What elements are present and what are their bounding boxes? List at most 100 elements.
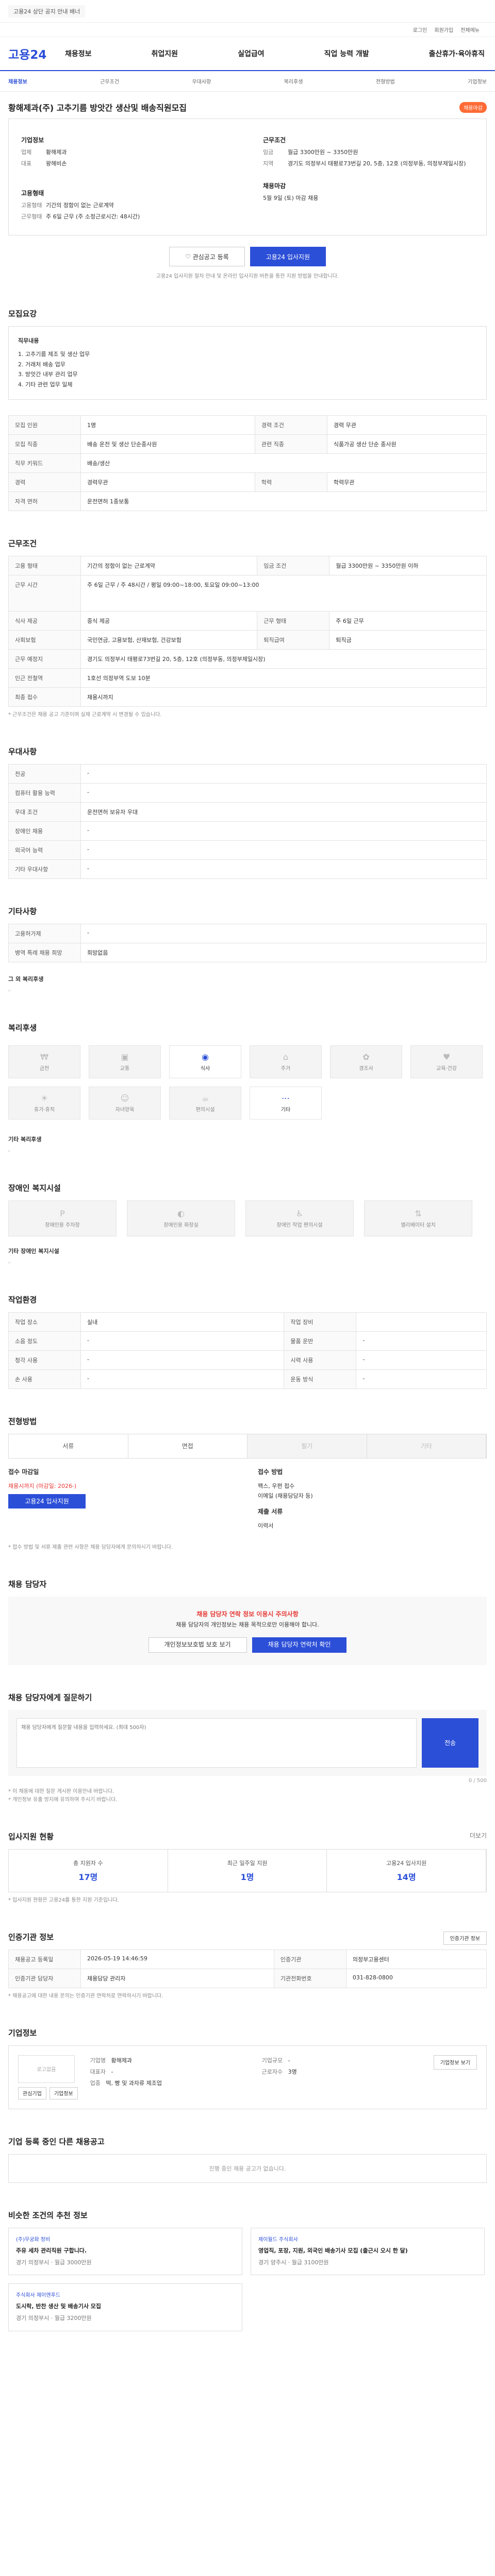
job-card[interactable]: 주식회사 제이엔푸드 도시락, 반찬 생산 및 배송기사 모집 경기 의정부시 · … (8, 2283, 242, 2331)
info-section: 인증기관 정보 인증기관 정보 채용공고 등록일 2026-05-19 14:46:… (8, 1918, 487, 2014)
table-row: 모집 직종 배송 운전 및 생산 단순종사원 관련 직종 식품가공 생산 단순 종사원 (8, 434, 487, 454)
table-row: 인증기관 담당자 채용담당 관리자 기관전화번호 031-828-0800 (8, 1968, 487, 1988)
table-row: 모집 인원 1명 경력 조건 경력 무관 (8, 415, 487, 435)
favorite-button[interactable]: ♡ 관심공고 등록 (169, 247, 245, 266)
table-row: 채용공고 등록일 2026-05-19 14:46:59 인증기관 의정부고용센터 (8, 1949, 487, 1969)
qna-section: 채용 담당자에게 질문하기 전송 0 / 500 * 이 채용에 대한 질문 게… (8, 1679, 487, 1818)
facility-item: ♿ 장애인 작업 편의시설 (245, 1200, 354, 1236)
company-section: 기업정보 로고없음 관심기업 기업정보 기업명 황해제과 대표자 - 업종 떡,… (8, 2014, 487, 2123)
online-apply-button[interactable]: 고용24 입사지원 (8, 1494, 86, 1509)
agency-info-button[interactable]: 인증기관 정보 (443, 1931, 487, 1945)
etc-icon: ⋯ (282, 1093, 290, 1103)
env-table: 작업 장소 실내 작업 장비 소음 정도 - 물품 운반 - 청각 사용 - 시력 사용 - 손… (8, 1312, 487, 1389)
tab-selection[interactable]: 전형방법 (376, 77, 395, 85)
task-box: 직무내용 1. 고추기름 제조 및 생산 업무 2. 거래처 배송 업무 3. … (8, 326, 487, 400)
table-row: 청각 사용 - 시력 사용 - (8, 1350, 487, 1370)
menu-jobs[interactable]: 채용정보 (65, 48, 92, 59)
company-ceo: 왕해비손 (46, 160, 67, 167)
all-menu-link[interactable]: 전체메뉴 (460, 26, 480, 33)
selection-section: 전형방법 서류 면접 필기 기타 접수 마감일 채용시까지 (마감일: 2026… (8, 1402, 487, 1565)
tab-recruit[interactable]: 채용정보 (8, 77, 27, 85)
section-tabs: 채용정보 근무조건 우대사항 복리후생 전형방법 기업정보 (0, 71, 495, 92)
utility-bar: 로그인 회원가입 전체메뉴 (0, 23, 495, 37)
contact-reveal-button[interactable]: 채용 담당자 연락처 확인 (252, 1637, 347, 1653)
work-section: 근무조건 고용 형태 기간의 정함이 없는 근로계약 임금 조건 월급 3300만원 … (8, 524, 487, 733)
company-name: 황해제과 (46, 149, 67, 156)
welfare-item: ◉ 식사 (169, 1045, 241, 1078)
job-card[interactable]: (주)무궁화 정비 주유 세차 관리직원 구합니다. 경기 의정부시 · 월급 30… (8, 2227, 242, 2276)
similar-section: 비슷한 조건의 추천 정보 (주)무궁화 정비 주유 세차 관리직원 구합니다. 경… (8, 2196, 487, 2345)
question-input[interactable] (16, 1718, 417, 1768)
top-banner: 고용24 상단 공지 안내 배너 (0, 0, 495, 23)
stat-online: 고용24 입사지원 14명 (327, 1849, 487, 1892)
recruit-section: 모집요강 직무내용 1. 고추기름 제조 및 생산 업무 2. 거래처 배송 업… (8, 295, 487, 524)
tab-welfare[interactable]: 복리후생 (284, 77, 303, 85)
others-section: 기업 등록 중인 다른 채용공고 진행 중인 채용 공고가 없습니다. (8, 2123, 487, 2196)
table-row: 우대 조건 운전면허 보유자 우대 (8, 802, 487, 822)
table-row: 컴퓨터 활용 능력 - (8, 783, 487, 803)
login-link[interactable]: 로그인 (413, 26, 427, 33)
car-icon: ▣ (121, 1052, 129, 1062)
meal-icon: ◉ (202, 1052, 209, 1062)
fav-company-button[interactable]: 관심기업 (18, 2087, 46, 2099)
menu-training[interactable]: 직업 능력 개발 (324, 48, 369, 59)
table-row: 식사 제공 중식 제공 근무 형태 주 6일 근무 (8, 611, 487, 631)
table-row: 병역 특례 채용 희망 희망없음 (8, 942, 487, 962)
heart-icon: ♡ (185, 253, 193, 260)
step-etc: 기타 (367, 1434, 486, 1458)
family-icon: ♥ (442, 1052, 451, 1062)
welfare-item: ☺ 자녀양육 (89, 1086, 161, 1120)
facility-item: P 장애인용 주차장 (8, 1200, 117, 1236)
tab-pref[interactable]: 우대사항 (192, 77, 211, 85)
status-badge: 채용마감 (459, 101, 487, 113)
welfare-item: ✿ 경조사 (330, 1045, 402, 1078)
stats-section: 입사지원 현황 더보기 총 지원자 수 17명 최근 일주일 지원 1명 고용24 입… (8, 1831, 487, 1903)
table-row: 고용허가제 - (8, 923, 487, 943)
menu-support[interactable]: 취업지원 (152, 48, 178, 59)
table-row: 작업 장소 실내 작업 장비 (8, 1312, 487, 1332)
banner-message: 고용24 상단 공지 안내 배너 (8, 5, 86, 18)
table-row: 자격 면허 운전면허 1종보통 (8, 491, 487, 511)
recruit-table: 모집 인원 1명 경력 조건 경력 무관 모집 직종 배송 운전 및 생산 단순종사원 관… (8, 415, 487, 511)
menu-leave[interactable]: 출산휴가·육아휴직 (429, 48, 485, 59)
company-info-button[interactable]: 기업정보 (49, 2087, 78, 2099)
global-nav: 고용24 채용정보 취업지원 실업급여 직업 능력 개발 출산휴가·육아휴직 (0, 37, 495, 71)
stats-more-link[interactable]: 더보기 (470, 1831, 487, 1849)
signup-link[interactable]: 회원가입 (434, 26, 453, 33)
site-logo[interactable]: 고용24 (8, 45, 65, 62)
summary-company-heading: 기업정보 (21, 137, 44, 144)
elevator-icon: ⇅ (415, 1208, 422, 1218)
welfare-section: 복리후생 ₩ 금전 ▣ 교통 ◉ 식사 ⌂ 주거 ✿ 경조사 ♥ 교육·건강 ☀ 휴가·휴직 … (8, 1009, 487, 1169)
toilet-icon: ◐ (177, 1208, 185, 1218)
gift-icon: ✿ (362, 1052, 370, 1062)
etc-table: 고용허가제 - 병역 특례 채용 희망 희망없음 (8, 923, 487, 962)
apply-button[interactable]: 고용24 입사지원 (250, 247, 326, 266)
etc-section: 기타사항 고용허가제 - 병역 특례 채용 희망 희망없음 그 외 복리후생 - (8, 892, 487, 1009)
pref-table: 전공 - 컴퓨터 활용 능력 - 우대 조건 운전면허 보유자 우대 장애인 채용 - … (8, 764, 487, 879)
vacation-icon: ☀ (40, 1093, 48, 1103)
stat-total: 총 지원자 수 17명 (9, 1849, 168, 1892)
menu-benefit[interactable]: 실업급여 (238, 48, 265, 59)
table-row: 경력 경력무관 학력 학력무관 (8, 472, 487, 492)
tab-company[interactable]: 기업정보 (468, 77, 487, 85)
job-card[interactable]: 제이월드 주식회사 영업직, 포장, 지원, 외국인 배송기사 모집 (출근시 오… (251, 2227, 485, 2276)
env-section: 작업환경 작업 장소 실내 작업 장비 소음 정도 - 물품 운반 - 청각 사용 - 시력 … (8, 1281, 487, 1402)
privacy-button[interactable]: 개인정보보호법 보호 보기 (148, 1637, 247, 1653)
tab-work[interactable]: 근무조건 (100, 77, 119, 85)
table-row: 소음 정도 - 물품 운반 - (8, 1331, 487, 1351)
contact-warning: 채용 담당자 연락 정보 이용시 주의사항 (196, 1610, 299, 1618)
welfare-item: ☕ 편의시설 (169, 1086, 241, 1120)
table-row: 근무 예정지 경기도 의정부시 태평로73번길 20, 5층, 12호 (의정부동… (8, 649, 487, 669)
info-table: 채용공고 등록일 2026-05-19 14:46:59 인증기관 의정부고용센터 인… (8, 1949, 487, 1988)
deadline: 5월 9일 (토) 마감 채용 (263, 195, 319, 201)
welfare-item: ♥ 교육·건강 (410, 1045, 483, 1078)
wheelchair-icon: ♿ (295, 1208, 304, 1218)
table-row: 근무 시간 주 6일 근무 / 주 48시간 / 평일 09:00~18:00, … (8, 574, 487, 612)
welfare-item: ☀ 휴가·휴직 (8, 1086, 80, 1120)
welfare-item: ₩ 금전 (8, 1045, 80, 1078)
facility-item: ◐ 장애인용 화장실 (127, 1200, 235, 1236)
send-button[interactable]: 전송 (422, 1718, 478, 1768)
company-detail-button[interactable]: 기업정보 보기 (433, 2055, 477, 2070)
table-row: 고용 형태 기간의 정함이 없는 근로계약 임금 조건 월급 3300만원 ~ 335… (8, 555, 487, 575)
job-summary: 기업정보 업체 황해제과 대표 왕해비손 고용형태 고용형태 기간의 정함이 없는 근… (8, 118, 487, 235)
